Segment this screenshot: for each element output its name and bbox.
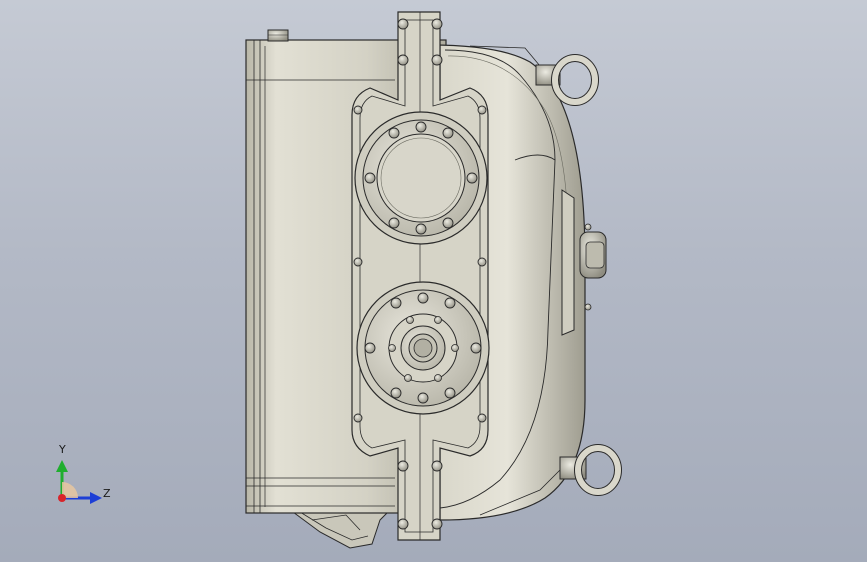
cad-viewport[interactable]: Y Z (0, 0, 867, 562)
lower-bearing-cover (356, 281, 490, 415)
axis-triad: Y Z (56, 443, 111, 504)
z-axis-arrow (90, 492, 102, 504)
y-axis-arrow (56, 460, 68, 472)
model-drawing[interactable]: Y Z (0, 0, 867, 562)
y-axis-label: Y (58, 443, 66, 456)
x-axis-dot (58, 494, 66, 502)
z-axis-label: Z (103, 487, 111, 500)
breather-plug (267, 29, 289, 42)
foot-bracket (291, 511, 390, 549)
upper-bearing-cover (354, 111, 488, 245)
